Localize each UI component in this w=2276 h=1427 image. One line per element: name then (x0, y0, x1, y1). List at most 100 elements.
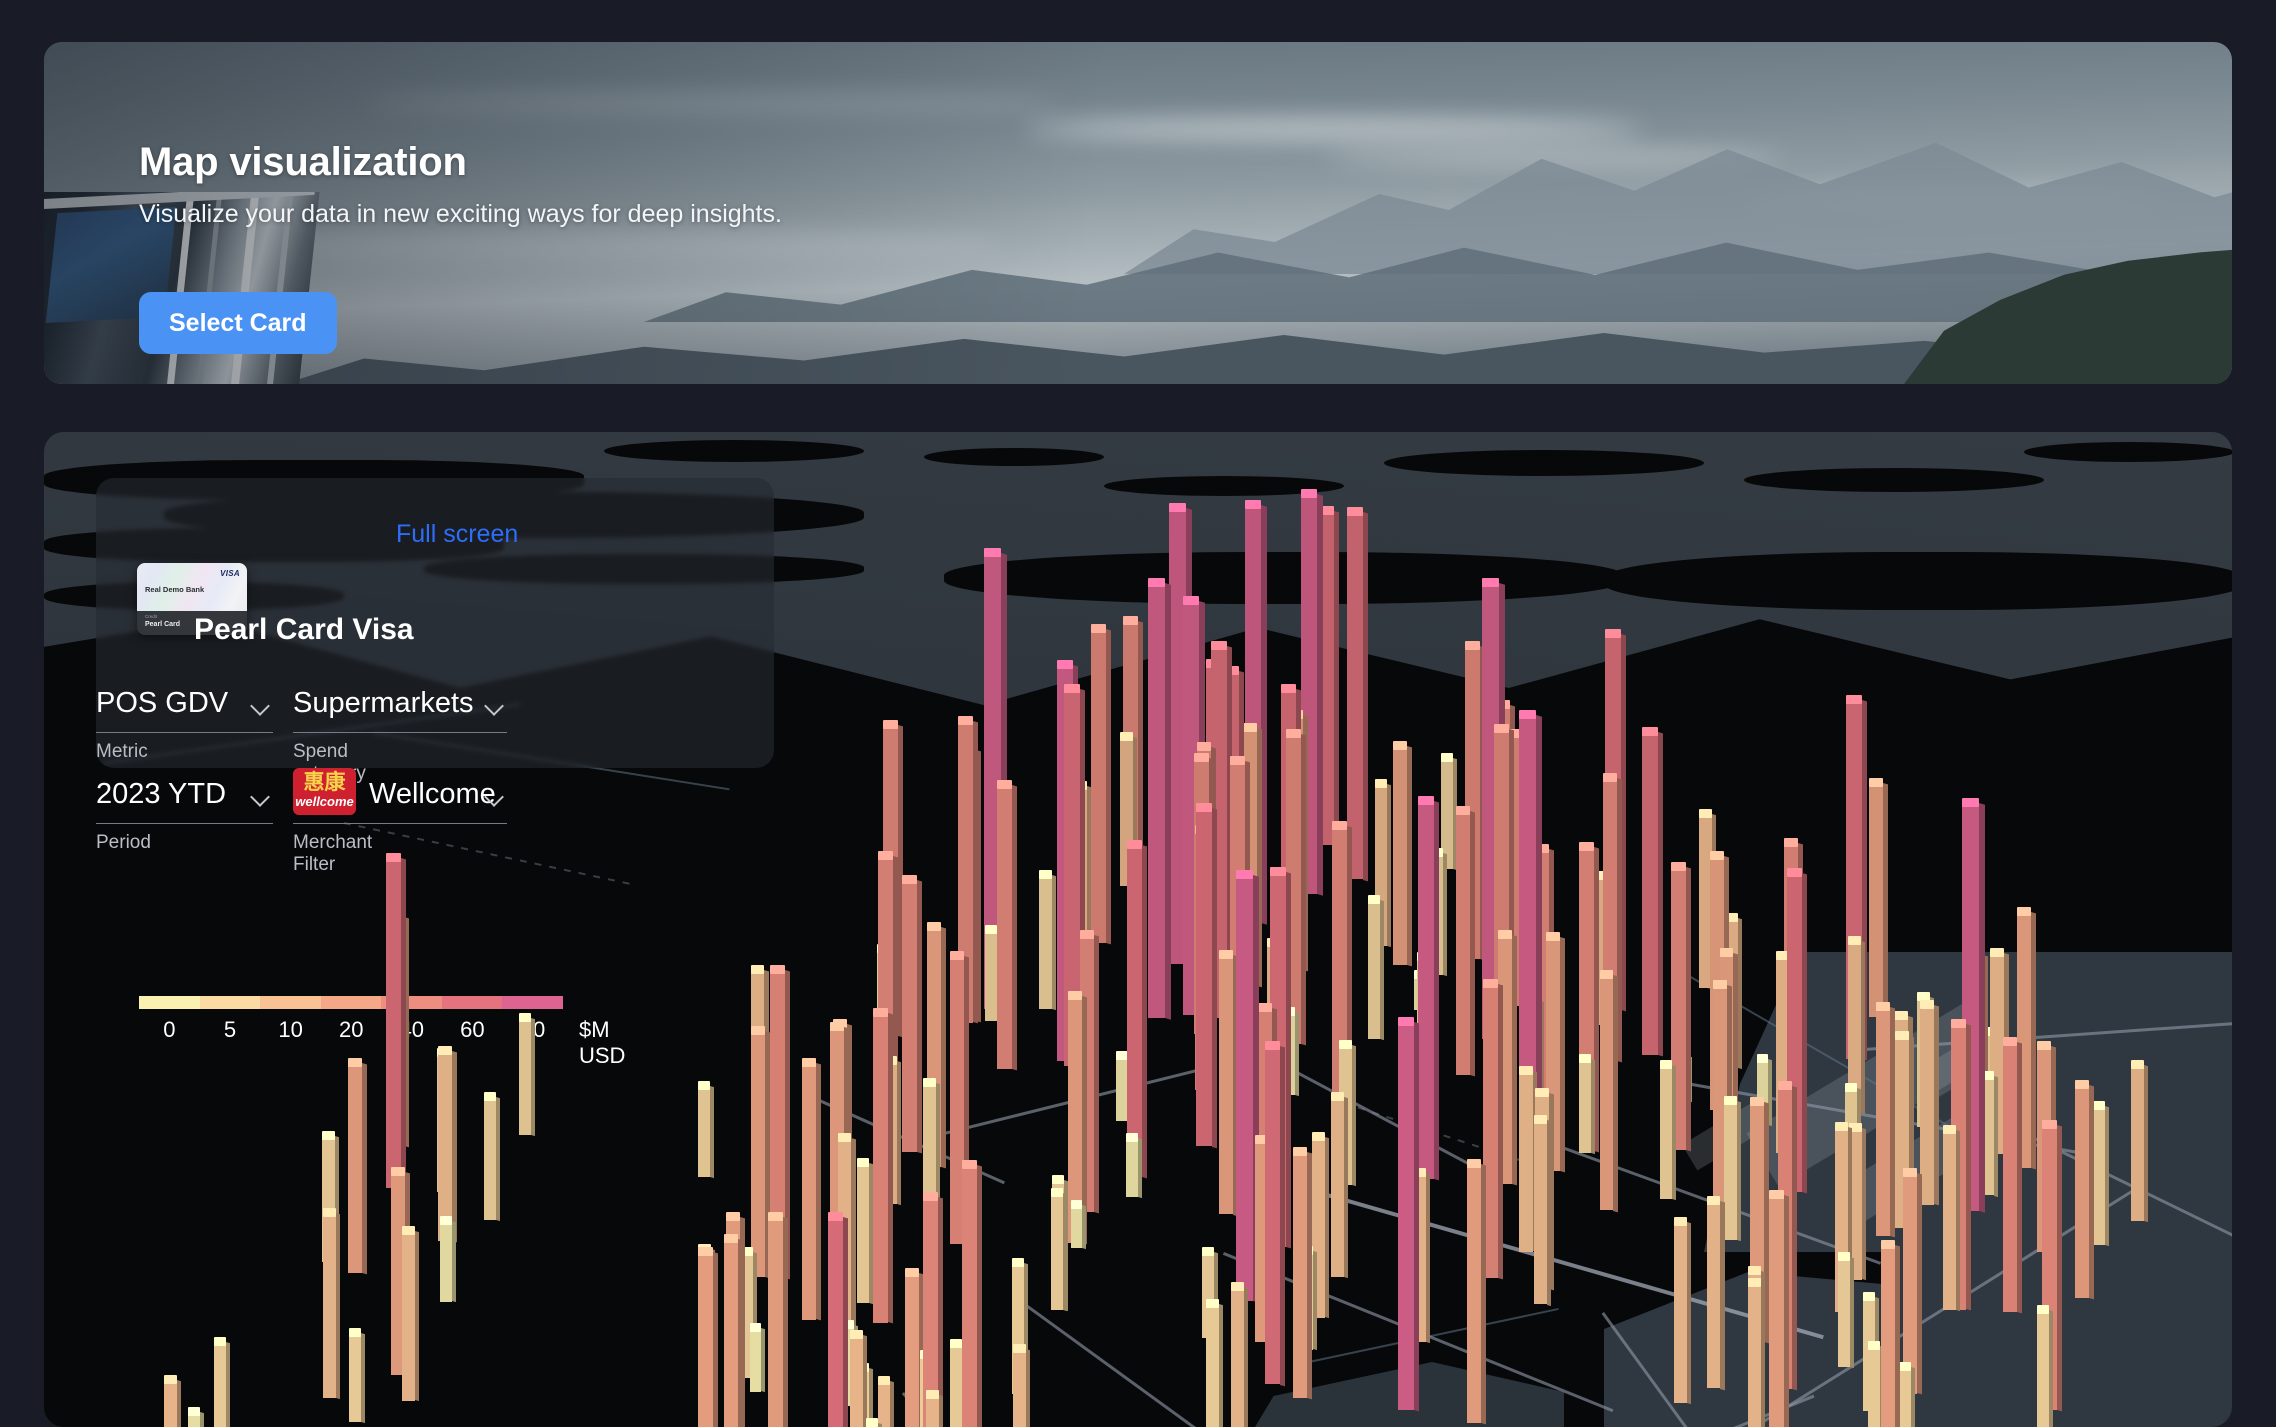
map-column[interactable] (1880, 1239, 1900, 1427)
column-cap (902, 874, 917, 884)
map-column[interactable] (1898, 1361, 1915, 1427)
column-side (1792, 1086, 1798, 1391)
map-column[interactable] (768, 1212, 788, 1427)
map-column[interactable] (1367, 895, 1385, 1041)
map-column[interactable] (1659, 1059, 1677, 1201)
map-column[interactable] (2036, 1305, 2054, 1427)
map-column[interactable] (1706, 1195, 1725, 1390)
column-side (1933, 1005, 1939, 1206)
chevron-down-icon[interactable] (251, 787, 270, 806)
map-column[interactable] (1903, 1168, 1922, 1395)
select-card-button[interactable]: Select Card (139, 292, 337, 354)
column-cap (213, 1336, 227, 1346)
column-cap (723, 1233, 738, 1243)
map-column[interactable] (872, 1008, 893, 1325)
map-column[interactable] (905, 1268, 924, 1427)
map-visualization-card[interactable]: Full screen VISA Real Demo Bank Credit P… (44, 432, 2232, 1427)
map-column[interactable] (1398, 1017, 1420, 1412)
map-column[interactable] (877, 1376, 895, 1427)
map-column[interactable] (438, 1045, 457, 1243)
column-cap (1847, 935, 1861, 945)
map-column[interactable] (1218, 949, 1238, 1216)
map-column[interactable] (1748, 1278, 1766, 1427)
map-column[interactable] (1642, 727, 1663, 1057)
chevron-down-icon[interactable] (251, 696, 270, 715)
map-column[interactable] (1920, 1000, 1939, 1206)
map-column[interactable] (698, 1246, 718, 1427)
map-column[interactable] (1231, 1281, 1249, 1427)
map-column[interactable] (440, 1216, 457, 1303)
map-column[interactable] (749, 1323, 766, 1393)
map-column[interactable] (997, 779, 1017, 1070)
map-column[interactable] (164, 1375, 182, 1427)
map-column[interactable] (985, 924, 1002, 1022)
map-column[interactable] (866, 1417, 883, 1427)
map-column[interactable] (1466, 1159, 1486, 1425)
map-column[interactable] (1330, 1091, 1349, 1279)
map-column[interactable] (962, 1160, 982, 1427)
map-column[interactable] (1533, 1114, 1552, 1306)
map-column[interactable] (1127, 839, 1148, 1179)
map-column[interactable] (856, 1157, 874, 1305)
map-column[interactable] (849, 1330, 868, 1427)
map-column[interactable] (348, 1057, 367, 1275)
chevron-down-icon[interactable] (485, 787, 504, 806)
map-column[interactable] (2131, 1060, 2149, 1223)
column-cap (1050, 1187, 1063, 1197)
map-column[interactable] (1013, 1343, 1031, 1427)
map-column[interactable] (1393, 740, 1412, 967)
map-column[interactable] (386, 853, 407, 1190)
map-column[interactable] (213, 1336, 231, 1427)
map-column[interactable] (1116, 1050, 1132, 1122)
map-column[interactable] (1837, 1251, 1854, 1369)
map-column[interactable] (1148, 577, 1171, 1020)
map-column[interactable] (1455, 806, 1476, 1077)
fullscreen-link[interactable]: Full screen (396, 520, 518, 549)
map-column[interactable] (322, 1207, 341, 1400)
map-column[interactable] (902, 874, 922, 1154)
column-side (1657, 732, 1663, 1057)
map-column[interactable] (188, 1407, 204, 1427)
map-column[interactable] (1942, 1125, 1961, 1312)
field-underline (96, 732, 273, 733)
map-column[interactable] (1868, 777, 1888, 1019)
map-column[interactable] (697, 1081, 714, 1179)
map-column[interactable] (1519, 1066, 1537, 1254)
map-column[interactable] (1293, 1146, 1312, 1399)
map-column[interactable] (1235, 869, 1259, 1303)
map-column[interactable] (801, 1058, 821, 1322)
map-column[interactable] (1091, 624, 1112, 945)
map-column[interactable] (2092, 1101, 2110, 1247)
map-column[interactable] (1050, 1187, 1068, 1312)
map-column[interactable] (2075, 1080, 2094, 1300)
column-cap (1127, 839, 1143, 849)
map-column[interactable] (1674, 1216, 1692, 1405)
map-column[interactable] (1418, 796, 1440, 1181)
column-face (697, 1086, 710, 1178)
map-column[interactable] (1196, 802, 1217, 1148)
map-column[interactable] (349, 1328, 365, 1424)
map-column[interactable] (950, 1338, 967, 1427)
map-column[interactable] (827, 1212, 848, 1427)
map-column[interactable] (1264, 1040, 1286, 1386)
map-column[interactable] (2002, 1036, 2023, 1314)
map-column[interactable] (1769, 1189, 1789, 1427)
map-column[interactable] (483, 1091, 501, 1222)
map-column[interactable] (1070, 1199, 1086, 1249)
map-column[interactable] (1346, 506, 1368, 881)
map-column[interactable] (1876, 1002, 1895, 1238)
map-column[interactable] (1724, 1096, 1742, 1242)
map-column[interactable] (926, 1390, 944, 1427)
map-column[interactable] (1206, 1299, 1223, 1427)
map-column[interactable] (402, 1226, 420, 1402)
map-column[interactable] (1867, 1340, 1884, 1427)
map-column[interactable] (1599, 969, 1619, 1212)
map-column[interactable] (1039, 870, 1057, 1010)
map-column[interactable] (519, 1013, 536, 1137)
map-column[interactable] (723, 1233, 743, 1427)
chevron-down-icon[interactable] (485, 696, 504, 715)
map-column[interactable] (1126, 1133, 1142, 1199)
map-column[interactable] (751, 1026, 770, 1279)
map-column[interactable] (1579, 1054, 1596, 1155)
column-side (1978, 803, 1985, 1213)
